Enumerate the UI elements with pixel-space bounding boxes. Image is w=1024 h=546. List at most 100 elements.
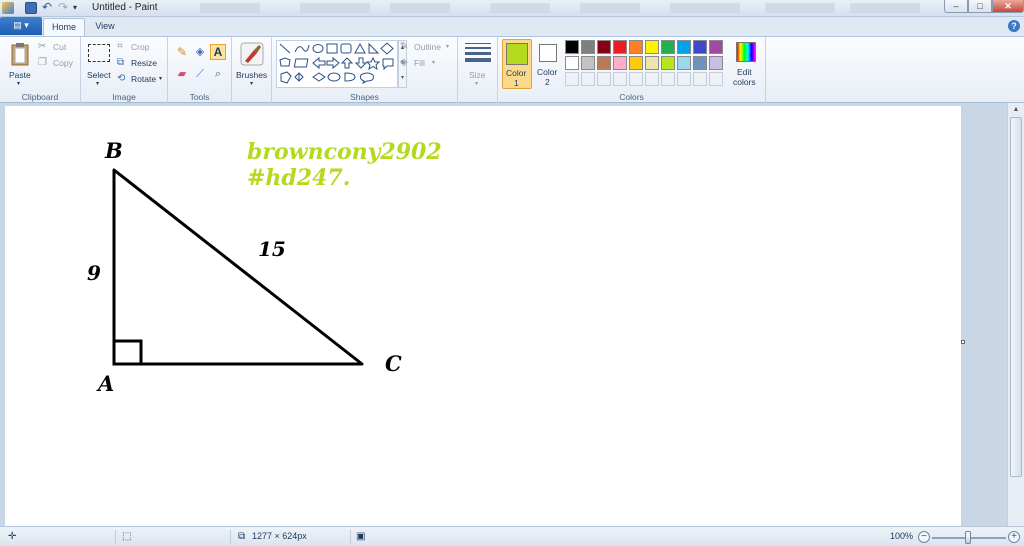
palette-swatch[interactable] [613,40,627,54]
redo-icon[interactable]: ↷ [58,1,70,14]
close-button[interactable]: ✕ [992,0,1024,13]
rotate-button[interactable]: ⟲ Rotate ▾ [117,73,165,86]
color1-number: 1 [514,78,519,88]
background-window-ghost [850,3,920,13]
palette-swatch[interactable] [661,56,675,70]
color-picker-icon[interactable]: ⟋ [192,66,208,82]
custom-color-slot[interactable] [677,72,691,86]
fill-bucket-icon[interactable]: ◈ [192,44,208,60]
zoom-level: 100% [890,531,914,541]
paste-button[interactable]: Paste ▾ [4,40,36,88]
customize-toolbar-icon[interactable]: ▾ [73,2,85,14]
chevron-down-icon: ▾ [96,81,100,87]
color1-label: Color [506,68,527,78]
maximize-button[interactable]: □ [968,0,992,13]
colors-group: Color 1 Color 2 Edit colors Colors [498,37,766,103]
background-window-ghost [490,3,550,13]
colors-group-label: Colors [619,92,644,102]
shape-icons [279,42,394,85]
palette-swatch[interactable] [645,40,659,54]
pencil-icon[interactable]: ✎ [174,44,190,60]
color2-label: Color [537,67,558,77]
shapes-gallery[interactable] [276,40,398,88]
palette-swatch[interactable] [677,40,691,54]
custom-color-slot[interactable] [629,72,643,86]
chevron-down-icon: ▾ [475,81,479,87]
palette-swatch[interactable] [581,56,595,70]
color1-button[interactable]: Color 1 [502,39,532,89]
window-title: Untitled - Paint [92,2,158,13]
outline-dropdown[interactable]: ✎ Outline ▾ [400,41,456,54]
background-window-ghost [580,3,640,13]
color2-button[interactable]: Color 2 [534,39,562,89]
fill-icon: ◈ [400,57,408,68]
select-button[interactable]: Select ▾ [85,40,113,88]
ribbon: Paste ▾ ✂ Cut ❐ Copy Clipboard Select ▾ … [0,36,1024,103]
palette-swatch[interactable] [677,56,691,70]
copy-icon: ❐ [38,57,47,68]
palette-swatch[interactable] [709,40,723,54]
custom-color-slot[interactable] [661,72,675,86]
palette-swatch[interactable] [629,56,643,70]
palette-swatch[interactable] [693,40,707,54]
cut-button[interactable]: ✂ Cut [38,41,78,54]
zoom-out-button[interactable]: − [918,531,930,543]
edit-colors-button[interactable]: Edit colors [730,39,764,89]
cut-label: Cut [53,42,67,52]
crop-button[interactable]: ⌗ Crop [117,41,165,54]
palette-swatch[interactable] [709,56,723,70]
palette-swatch[interactable] [597,40,611,54]
paint-app-icon[interactable] [2,2,14,14]
zoom-in-button[interactable]: + [1008,531,1020,543]
palette-swatch[interactable] [645,56,659,70]
right-angle-marker [112,339,143,366]
palette-swatch[interactable] [613,56,627,70]
save-icon[interactable] [25,2,37,14]
fill-dropdown[interactable]: ◈ Fill ▾ [400,57,456,70]
size-button[interactable]: Size ▾ [462,40,494,88]
scrollbar-thumb[interactable] [1010,117,1022,477]
palette-swatch[interactable] [629,40,643,54]
resize-label: Resize [131,58,157,68]
palette-swatch[interactable] [597,56,611,70]
palette-swatch[interactable] [693,56,707,70]
custom-color-slot[interactable] [613,72,627,86]
custom-color-slot[interactable] [581,72,595,86]
undo-icon[interactable]: ↶ [42,1,54,14]
eraser-icon[interactable]: ▰ [174,66,190,82]
palette-swatch[interactable] [565,56,579,70]
drawing-canvas[interactable]: B A C 9 15 browncony2902 #hd247. [5,106,961,526]
palette-swatch[interactable] [565,40,579,54]
brushes-button[interactable]: Brushes ▾ [234,40,270,88]
palette-swatch[interactable] [581,40,595,54]
tab-view[interactable]: View [86,18,124,36]
scroll-up-icon[interactable]: ▲ [1008,103,1024,117]
background-window-ghost [200,3,260,13]
resize-button[interactable]: ⧉ Resize [117,57,165,70]
zoom-slider-thumb[interactable] [965,531,971,544]
vertical-scrollbar[interactable]: ▲ [1007,103,1024,526]
palette-swatch[interactable] [661,40,675,54]
status-separator [115,530,116,544]
help-icon[interactable]: ? [1008,20,1020,32]
custom-color-slot[interactable] [693,72,707,86]
status-separator [230,530,231,544]
chevron-down-icon: ▾ [159,76,163,82]
custom-color-slot[interactable] [565,72,579,86]
vertex-label-a: A [98,371,115,396]
chevron-down-icon: ▾ [432,60,436,66]
magnifier-icon[interactable]: ⌕ [210,66,226,82]
custom-color-slot[interactable] [597,72,611,86]
side-length-bc: 15 [258,237,286,261]
minimize-button[interactable]: – [944,0,968,13]
custom-color-slot[interactable] [645,72,659,86]
tools-group-label: Tools [189,92,210,102]
tab-home[interactable]: Home [43,18,85,36]
background-window-ghost [670,3,740,13]
custom-color-slot[interactable] [709,72,723,86]
file-menu-button[interactable]: ▤ ▾ [0,17,42,35]
text-tool-icon[interactable]: A [210,44,226,60]
rotate-icon: ⟲ [117,73,126,84]
canvas-resize-handle[interactable] [961,340,965,344]
copy-button[interactable]: ❐ Copy [38,57,78,70]
